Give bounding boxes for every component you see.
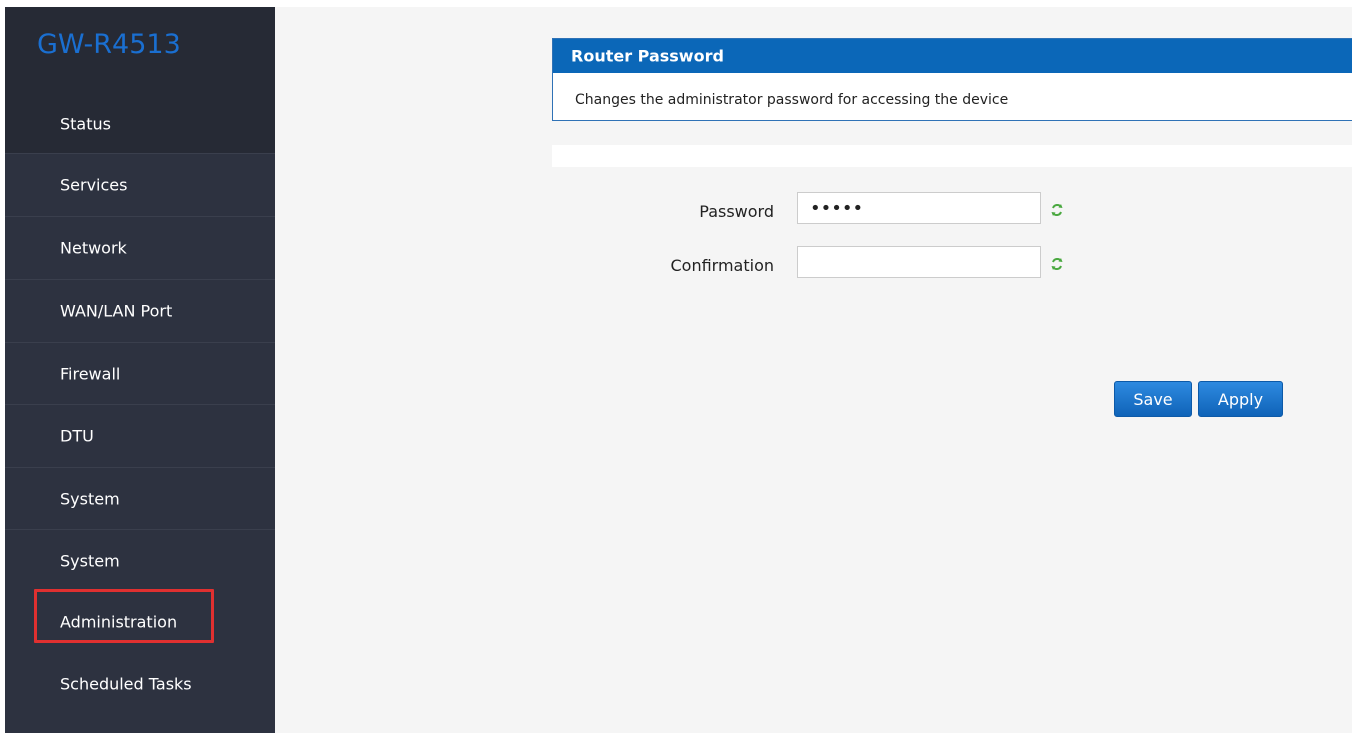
- brand-logo: GW-R4513: [37, 29, 181, 60]
- panel-title: Router Password: [571, 46, 724, 66]
- refresh-icon[interactable]: [1050, 257, 1064, 271]
- sidebar-item-label: Status: [60, 114, 111, 134]
- refresh-icon[interactable]: [1050, 203, 1064, 217]
- sidebar-item-label: System: [60, 489, 120, 508]
- apply-button[interactable]: Apply: [1198, 381, 1283, 417]
- sidebar-item-label: DTU: [60, 426, 94, 445]
- sidebar-item-services[interactable]: Services: [5, 153, 275, 215]
- sidebar-item-network[interactable]: Network: [5, 216, 275, 278]
- sidebar-item-label: Firewall: [60, 364, 121, 383]
- sidebar-item-firewall[interactable]: Firewall: [5, 342, 275, 404]
- panel-description: Changes the administrator password for a…: [575, 92, 1009, 108]
- app-window: GW-R4513 Status Services Network WAN/LAN…: [0, 0, 1352, 733]
- sidebar-item-system[interactable]: System: [5, 467, 275, 529]
- main-content: Router Password Changes the administrato…: [275, 7, 1352, 733]
- sidebar-item-scheduled-tasks[interactable]: Scheduled Tasks: [5, 653, 275, 715]
- panel-header: Router Password: [553, 39, 1352, 73]
- sidebar-item-system-sub[interactable]: System: [5, 529, 275, 591]
- save-button[interactable]: Save: [1114, 381, 1192, 417]
- router-password-panel: Router Password Changes the administrato…: [552, 38, 1352, 121]
- confirmation-field[interactable]: [797, 246, 1041, 278]
- sidebar: GW-R4513 Status Services Network WAN/LAN…: [5, 7, 275, 733]
- sidebar-item-label: System: [60, 551, 120, 570]
- sidebar-item-label: Services: [60, 175, 128, 194]
- sidebar-item-wan-lan-port[interactable]: WAN/LAN Port: [5, 279, 275, 341]
- selection-highlight: [34, 589, 214, 643]
- sidebar-item-label: WAN/LAN Port: [60, 301, 173, 320]
- section-divider: [552, 145, 1352, 167]
- confirmation-label: Confirmation: [670, 256, 774, 275]
- sidebar-item-dtu[interactable]: DTU: [5, 404, 275, 466]
- sidebar-item-status[interactable]: Status: [5, 93, 275, 155]
- sidebar-item-label: Network: [60, 238, 127, 257]
- password-field[interactable]: [797, 192, 1041, 224]
- password-label: Password: [699, 202, 774, 221]
- sidebar-item-label: Scheduled Tasks: [60, 674, 192, 694]
